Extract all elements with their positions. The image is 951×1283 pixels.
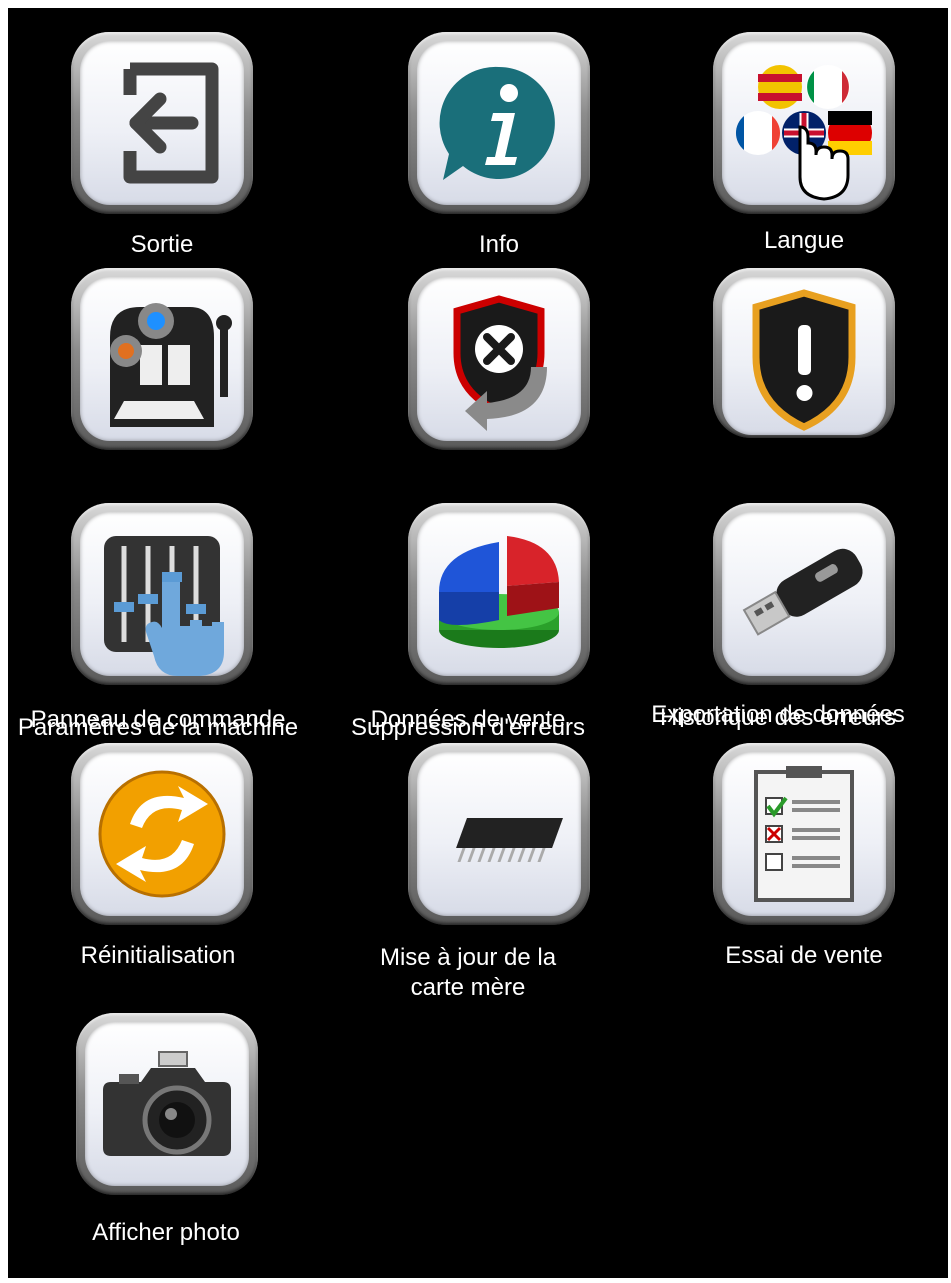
- menu-tile-error-history: Historique des erreurs: [628, 263, 928, 731]
- exit-button[interactable]: [71, 32, 253, 214]
- exit-label: Sortie: [130, 231, 194, 258]
- reset-button[interactable]: [71, 743, 253, 925]
- machine-settings-button[interactable]: [71, 268, 253, 450]
- menu-tile-language: Langue: [628, 8, 928, 254]
- menu-tile-motherboard-update: Mise à jour de la carte mère: [318, 743, 618, 1013]
- data-export-button[interactable]: [713, 503, 895, 685]
- error-clear-icon: [453, 295, 547, 431]
- show-photo-button[interactable]: [76, 1013, 258, 1195]
- data-export-label: Exportation de données: [651, 701, 905, 728]
- menu-tile-sales-test: Essai de vente: [628, 743, 928, 978]
- menu-tile-sales-data: Données de vente: [318, 503, 618, 738]
- menu-screen: Sortie Info Langue Paramètres de la mach…: [8, 8, 948, 1278]
- sales-data-button[interactable]: [408, 503, 590, 685]
- menu-tile-reset: Réinitialisation: [8, 743, 308, 978]
- motherboard-update-button[interactable]: [408, 743, 590, 925]
- menu-tile-control-panel: Panneau de commande: [8, 503, 308, 738]
- language-button[interactable]: [713, 32, 895, 214]
- control-panel-button[interactable]: [71, 503, 253, 685]
- checklist-icon: [754, 766, 854, 902]
- info-label: Info: [478, 231, 520, 258]
- info-button[interactable]: [408, 32, 590, 214]
- language-label: Langue: [763, 227, 845, 254]
- menu-tile-exit: Sortie: [8, 8, 308, 258]
- menu-tile-show-photo: Afficher photo: [8, 1013, 308, 1248]
- show-photo-label: Afficher photo: [92, 1219, 240, 1246]
- camera-icon: [103, 1051, 231, 1156]
- menu-tile-machine-settings: Paramètres de la machine: [8, 263, 308, 741]
- menu-tile-info: Info: [318, 8, 618, 258]
- sales-test-button[interactable]: [713, 743, 895, 925]
- sales-chart-icon: [439, 536, 559, 648]
- control-panel-label: Panneau de commande: [30, 706, 286, 733]
- error-clear-button[interactable]: [408, 268, 590, 450]
- reset-icon: [98, 770, 226, 898]
- chip-icon: [456, 818, 563, 862]
- motherboard-update-label-line2: carte mère: [410, 974, 526, 1001]
- motherboard-update-label-line1: Mise à jour de la: [379, 944, 557, 971]
- sales-data-label: Données de vente: [370, 706, 566, 733]
- reset-label: Réinitialisation: [80, 942, 236, 969]
- info-icon: [439, 66, 555, 180]
- sales-test-label: Essai de vente: [725, 942, 883, 969]
- menu-tile-data-export: Exportation de données: [628, 503, 928, 738]
- usb-drive-icon: [742, 548, 863, 636]
- error-history-icon: [752, 289, 856, 431]
- exit-icon: [123, 62, 219, 184]
- error-history-button[interactable]: [713, 268, 895, 438]
- language-flags-icon: [735, 65, 872, 201]
- menu-tile-error-clear: Suppression d'erreurs: [318, 263, 618, 741]
- machine-settings-icon: [110, 303, 232, 427]
- control-panel-icon: [104, 536, 224, 676]
